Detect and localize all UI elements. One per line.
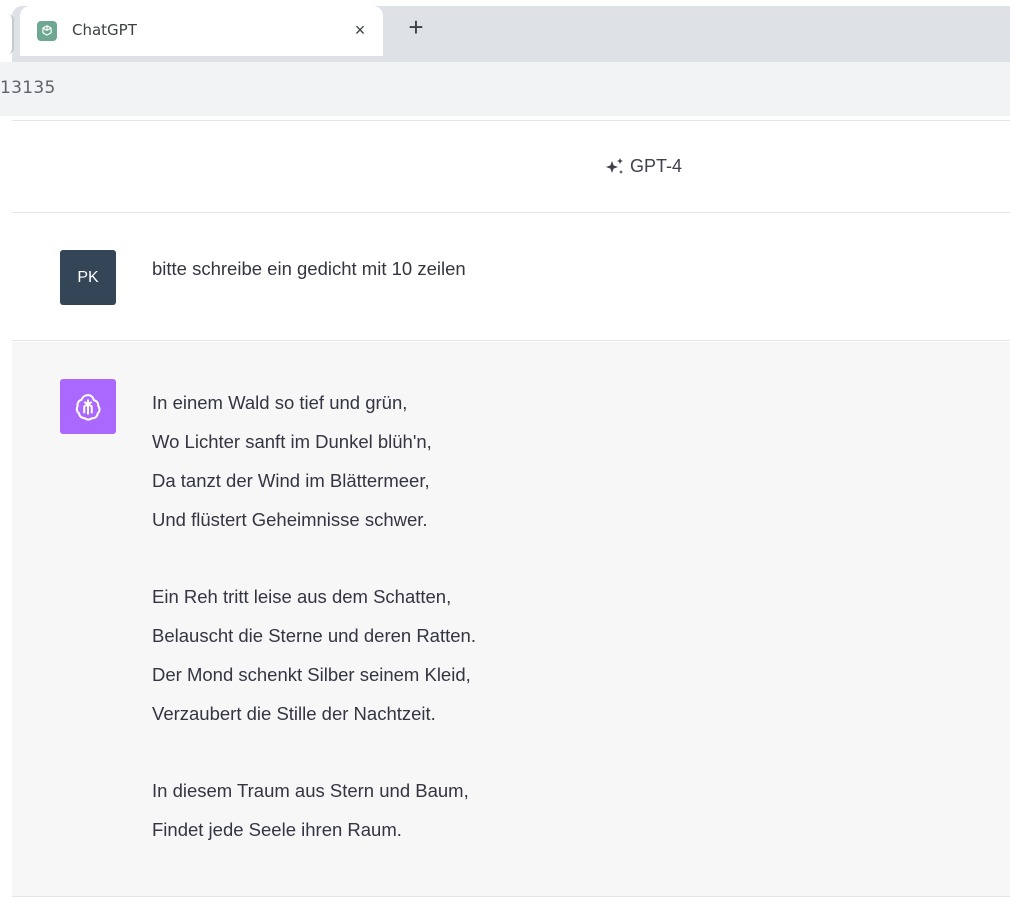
- avatar: PK: [60, 250, 116, 305]
- poem-line: In einem Wald so tief und grün,: [152, 392, 408, 413]
- tab-close-icon[interactable]: ×: [347, 17, 373, 43]
- previous-tab-edge[interactable]: [0, 14, 14, 54]
- poem-line: Findet jede Seele ihren Raum.: [152, 819, 402, 840]
- model-label: GPT-4: [630, 156, 683, 176]
- poem-line: Und flüstert Geheimnisse schwer.: [152, 509, 428, 530]
- poem-line: Wo Lichter sanft im Dunkel blüh'n,: [152, 431, 432, 452]
- openai-logo-icon: [60, 379, 116, 434]
- assistant-message: In einem Wald so tief und grün, Wo Licht…: [12, 342, 1010, 897]
- assistant-poem: In einem Wald so tief und grün, Wo Licht…: [152, 388, 712, 892]
- poem-stanza: In einem Wald so tief und grün, Wo Licht…: [152, 388, 712, 544]
- model-header: GPT-4: [12, 121, 1010, 213]
- model-selector[interactable]: GPT-4: [604, 156, 682, 177]
- openai-logo-icon: [37, 21, 57, 41]
- user-message-text: bitte schreibe ein gedicht mit 10 zeilen: [152, 258, 466, 279]
- poem-stanza: Ein Reh tritt leise aus dem Schatten, Be…: [152, 582, 712, 738]
- poem-stanza: In diesem Traum aus Stern und Baum, Find…: [152, 776, 712, 854]
- tab-chatgpt[interactable]: ChatGPT ×: [20, 6, 383, 56]
- poem-line: Verzaubert die Stille der Nachtzeit.: [152, 703, 436, 724]
- user-message: PK bitte schreibe ein gedicht mit 10 zei…: [12, 214, 1010, 341]
- poem-line: Der Mond schenkt Silber seinem Kleid,: [152, 664, 471, 685]
- new-tab-button[interactable]: +: [402, 13, 430, 41]
- poem-line: Ein Reh tritt leise aus dem Schatten,: [152, 586, 452, 607]
- address-text[interactable]: 13135: [0, 78, 56, 98]
- browser-tab-bar: ChatGPT × +: [0, 0, 1010, 62]
- address-bar[interactable]: 13135: [0, 62, 1010, 116]
- sparkle-icon: [606, 157, 623, 174]
- poem-line: Da tanzt der Wind im Blättermeer,: [152, 470, 430, 491]
- tab-title: ChatGPT: [72, 21, 137, 39]
- poem-line: In diesem Traum aus Stern und Baum,: [152, 780, 469, 801]
- poem-line: Belauscht die Sterne und deren Ratten.: [152, 625, 476, 646]
